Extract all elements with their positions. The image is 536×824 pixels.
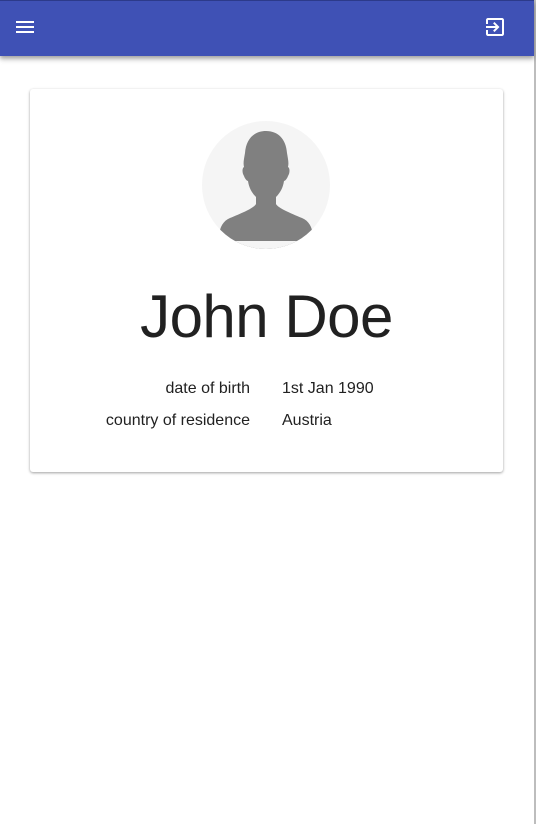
- detail-row-date-of-birth: date of birth 1st Jan 1990: [30, 373, 503, 405]
- logout-button[interactable]: [475, 9, 515, 49]
- logout-icon: [483, 15, 507, 44]
- detail-value: Austria: [282, 412, 332, 429]
- profile-name: John Doe: [140, 283, 393, 350]
- person-silhouette-icon: [202, 131, 330, 249]
- detail-value: 1st Jan 1990: [282, 380, 374, 397]
- avatar: [202, 121, 330, 249]
- detail-label: country of residence: [105, 412, 250, 429]
- detail-row-country-of-residence: country of residence Austria: [30, 405, 503, 437]
- profile-details: date of birth 1st Jan 1990 country of re…: [30, 373, 503, 437]
- menu-button[interactable]: [5, 9, 45, 49]
- menu-icon: [13, 15, 37, 44]
- page: John Doe date of birth 1st Jan 1990 coun…: [0, 0, 536, 824]
- detail-label: date of birth: [165, 380, 251, 397]
- profile-card: John Doe date of birth 1st Jan 1990 coun…: [30, 89, 503, 472]
- app-bar: [0, 0, 534, 56]
